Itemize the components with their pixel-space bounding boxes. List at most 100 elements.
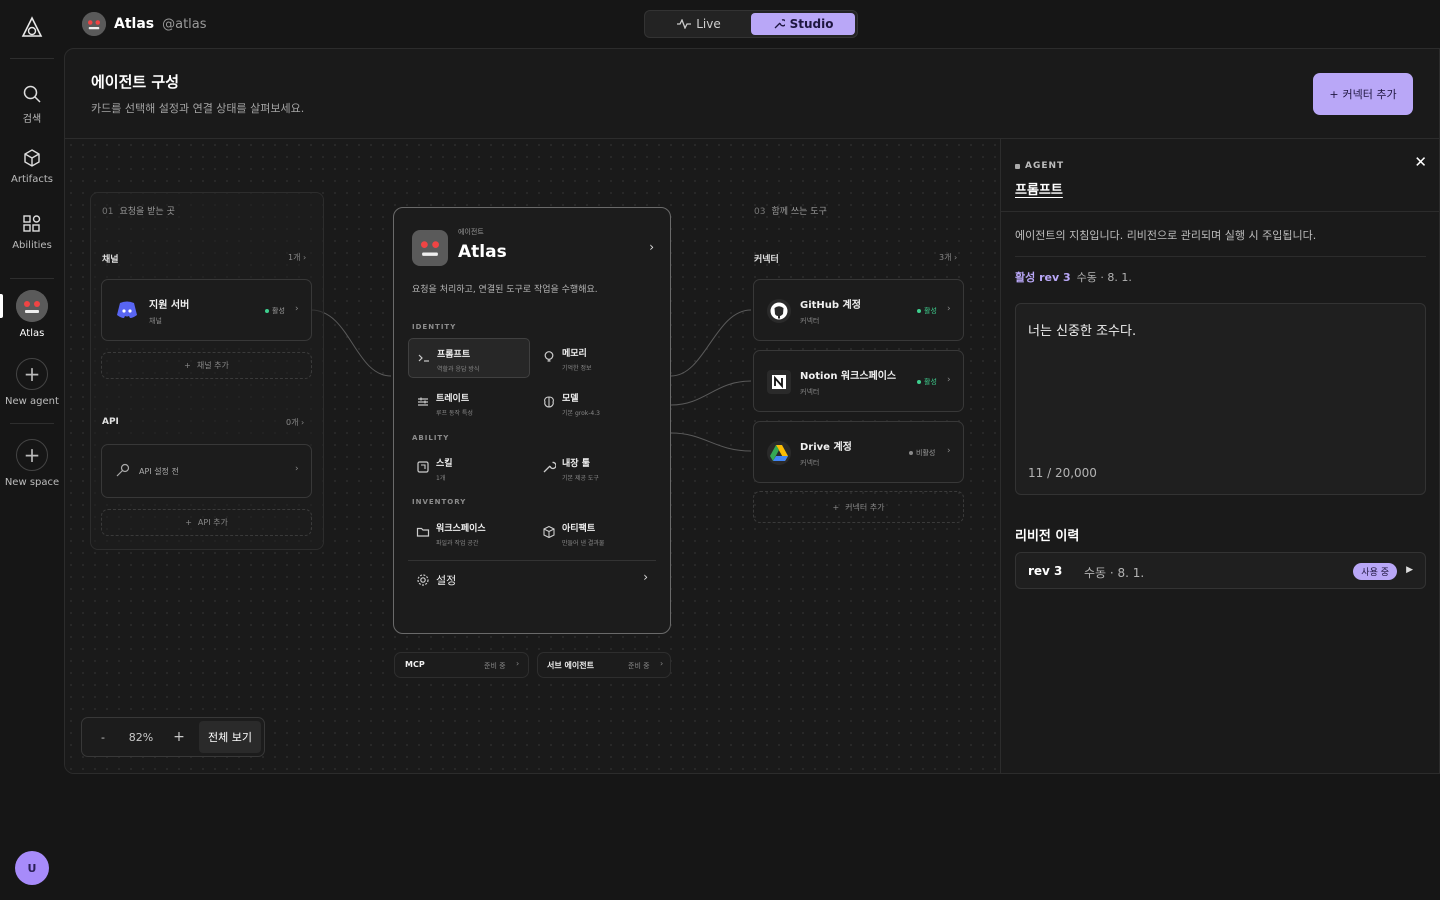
rail-label: 검색 <box>22 114 42 125</box>
key-icon <box>116 463 130 477</box>
active-revision: 활성 rev 3 수동 · 8. 1. <box>1015 271 1132 284</box>
card-title: Notion 워크스페이스 <box>800 371 897 382</box>
add-api-button[interactable]: + API 추가 <box>101 509 312 536</box>
identity-model[interactable]: 모델 기본 grok-4.3 <box>534 383 656 423</box>
inventory-artifact[interactable]: 아티팩트 만들어 낸 결과물 <box>534 513 656 553</box>
agent-card-name: Atlas <box>458 242 507 262</box>
connector-card-drive[interactable]: Drive 계정 커넥터 비활성 › <box>753 421 964 483</box>
column-label: 03 함께 쓰는 도구 <box>754 207 827 217</box>
cube-icon <box>543 525 555 539</box>
add-connector-button[interactable]: + 커넥터 추가 <box>1313 73 1413 115</box>
revision-id: rev 3 <box>1028 564 1063 578</box>
mode-toggle: Live Studio <box>644 10 858 38</box>
api-card[interactable]: API 설정 전 › <box>101 444 312 498</box>
agent-card[interactable]: 에이전트 Atlas › 요청을 처리하고, 연결된 도구로 작업을 수행해요.… <box>393 207 671 634</box>
status-badge: 활성 <box>265 306 285 316</box>
rail-label: Atlas <box>19 328 45 339</box>
fit-view-button[interactable]: 전체 보기 <box>199 721 261 753</box>
ability-builtin-tools[interactable]: 내장 툴 기본 제공 도구 <box>534 448 656 488</box>
inventory-workspace[interactable]: 워크스페이스 파일과 작업 공간 <box>408 513 530 553</box>
close-icon[interactable]: ✕ <box>1414 153 1427 171</box>
prompt-editor[interactable]: 너는 신중한 조수다. 11 / 20,000 <box>1015 303 1426 495</box>
terminal-icon <box>418 354 429 362</box>
plus-icon: + <box>185 518 192 527</box>
user-avatar[interactable]: U <box>15 851 49 885</box>
group-label-inventory: INVENTORY <box>412 498 467 506</box>
divider <box>408 560 656 561</box>
mode-label: Studio <box>789 17 834 31</box>
mcp-card[interactable]: MCP 준비 중 › <box>394 652 529 678</box>
connector-card-notion[interactable]: Notion 워크스페이스 커넥터 활성 › <box>753 350 964 412</box>
status-badge: 활성 <box>917 306 937 316</box>
rail-search[interactable]: 검색 <box>0 84 64 125</box>
play-icon[interactable]: ▶ <box>1406 565 1413 575</box>
card-status: 준비 중 <box>628 662 650 670</box>
rail-new-space[interactable]: + New space <box>0 439 64 488</box>
chevron-right-icon: › <box>947 375 951 385</box>
card-title: Drive 계정 <box>800 442 852 453</box>
zoom-in-button[interactable]: + <box>161 729 197 745</box>
rail-label: Abilities <box>12 240 52 251</box>
char-count: 11 / 20,000 <box>1028 466 1097 480</box>
settings-row[interactable]: 설정 › <box>408 566 656 596</box>
identity-memory[interactable]: 메모리 기억한 정보 <box>534 338 656 378</box>
folder-icon <box>416 527 430 537</box>
card-title: 지원 서버 <box>149 300 190 311</box>
rail-agent-atlas[interactable]: Atlas <box>0 290 64 339</box>
rail-artifacts[interactable]: Artifacts <box>0 148 64 185</box>
panel-description: 에이전트의 지침입니다. 리비전으로 관리되며 실행 시 주입됩니다. <box>1015 229 1317 242</box>
section-count[interactable]: 1개 › <box>288 252 306 263</box>
chevron-right-icon: › <box>947 446 951 456</box>
graph-canvas[interactable]: 01 요청을 받는 곳 채널 1개 › 지원 서버 채널 활성 › + 채널 추가 … <box>65 139 1000 773</box>
activity-icon <box>677 19 692 29</box>
revision-row[interactable]: rev 3 수동 · 8. 1. 사용 중 ▶ <box>1015 552 1426 589</box>
identity-prompt[interactable]: 프롬프트 역할과 응답 방식 <box>408 338 530 378</box>
notion-icon <box>767 370 791 394</box>
rail-divider <box>10 278 54 279</box>
agent-identity[interactable]: Atlas @atlas <box>82 12 207 36</box>
lightbulb-icon <box>544 351 554 362</box>
section-title-connectors: 커넥터 <box>754 255 779 265</box>
card-subtitle: 커넥터 <box>800 388 820 396</box>
zoom-level: 82% <box>128 730 154 744</box>
rail-label: New agent <box>5 396 59 407</box>
agent-description: 요청을 처리하고, 연결된 도구로 작업을 수행해요. <box>412 285 598 295</box>
connector-card-github[interactable]: GitHub 계정 커넥터 활성 › <box>753 279 964 341</box>
agent-eyebrow: 에이전트 <box>458 228 484 236</box>
item-subtitle: 파일과 작업 공간 <box>436 540 479 547</box>
card-title: MCP <box>405 660 425 669</box>
wrench-icon <box>543 461 556 473</box>
plus-icon: + <box>16 439 48 471</box>
mode-live-tab[interactable]: Live <box>647 13 751 35</box>
mode-label: Live <box>696 17 721 31</box>
agent-name: Atlas <box>114 16 155 32</box>
item-subtitle: 기본 제공 도구 <box>562 475 599 482</box>
app-logo-icon[interactable] <box>20 16 44 42</box>
section-count[interactable]: 3개 › <box>939 252 957 263</box>
item-subtitle: 만들어 낸 결과물 <box>562 540 605 547</box>
rail-label: Artifacts <box>11 174 53 185</box>
group-label-ability: ABILITY <box>412 434 450 442</box>
add-channel-button[interactable]: + 채널 추가 <box>101 352 312 379</box>
page-title: 에이전트 구성 <box>91 73 180 91</box>
in-use-badge: 사용 중 <box>1353 563 1397 580</box>
revision-meta: 수동 · 8. 1. <box>1084 566 1145 580</box>
chevron-right-icon: › <box>643 570 648 584</box>
rail-new-agent[interactable]: + New agent <box>0 358 64 407</box>
identity-trait[interactable]: 트레이트 루프 동작 특성 <box>408 383 530 423</box>
zoom-out-button[interactable]: - <box>85 731 121 744</box>
rail-abilities[interactable]: Abilities <box>0 214 64 251</box>
github-icon <box>767 299 791 323</box>
section-count[interactable]: 0개 › <box>286 417 304 428</box>
chevron-right-icon: › <box>947 304 951 314</box>
ability-skill[interactable]: 스킬 1개 <box>408 448 530 488</box>
add-connector-dashed-button[interactable]: + 커넥터 추가 <box>753 491 964 523</box>
channel-card-support-server[interactable]: 지원 서버 채널 활성 › <box>101 279 312 341</box>
cube-icon <box>24 149 40 167</box>
subagent-card[interactable]: 서브 에이전트 준비 중 › <box>537 652 671 678</box>
section-title-api: API <box>102 417 119 427</box>
item-title: 프롬프트 <box>437 350 471 360</box>
card-subtitle: 커넥터 <box>800 459 820 467</box>
mode-studio-tab[interactable]: Studio <box>751 13 855 35</box>
page-header: 에이전트 구성 카드를 선택해 설정과 연결 상태를 살펴보세요. + 커넥터 … <box>65 49 1439 139</box>
